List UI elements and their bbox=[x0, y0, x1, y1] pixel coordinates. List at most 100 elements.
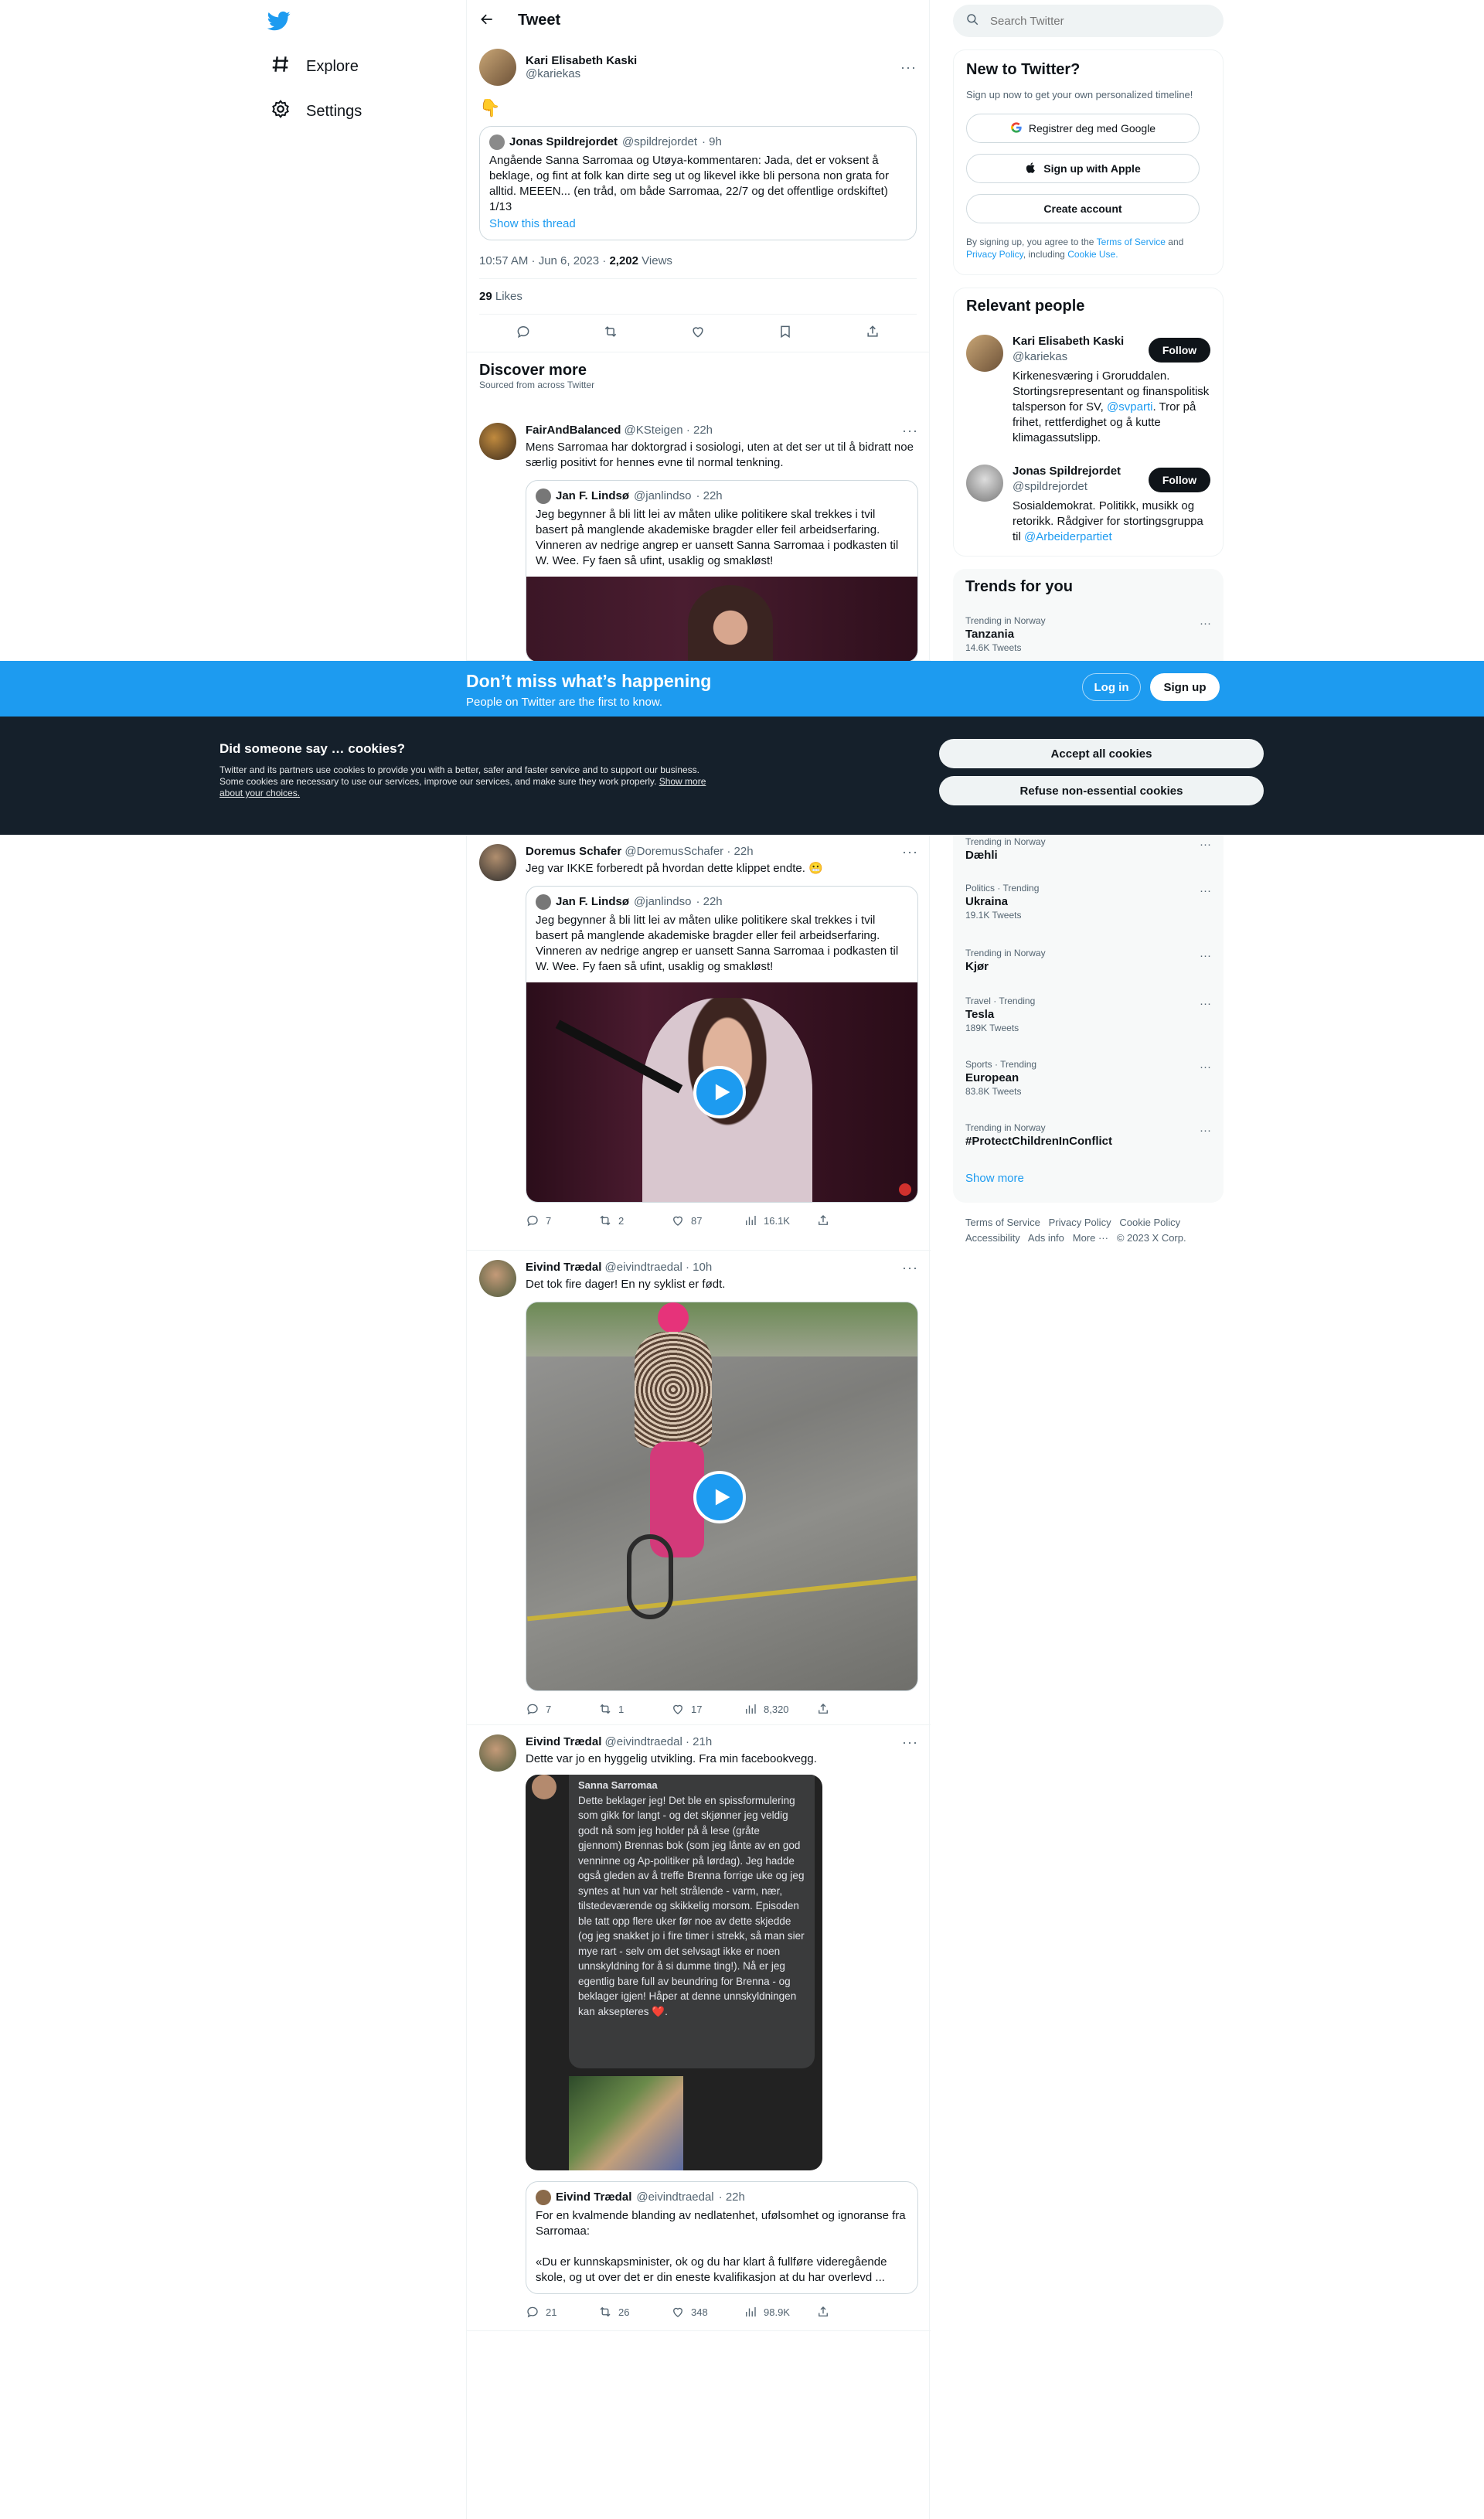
reply-stat[interactable]: 7 bbox=[526, 1214, 598, 1227]
quoted-tweet[interactable]: Jan F. Lindsø @janlindso · 22h Jeg begynne… bbox=[526, 480, 918, 662]
avatar[interactable] bbox=[966, 335, 1003, 372]
play-button[interactable] bbox=[693, 1471, 746, 1523]
post-author-name[interactable]: Eivind Trædal bbox=[526, 1261, 601, 1274]
play-button[interactable] bbox=[693, 1066, 746, 1118]
more-icon[interactable]: ··· bbox=[1200, 1124, 1211, 1137]
accept-cookies-button[interactable]: Accept all cookies bbox=[939, 739, 1264, 768]
person-bio-link[interactable]: @svparti bbox=[1107, 400, 1152, 414]
like-stat[interactable]: 17 bbox=[671, 1702, 744, 1716]
trend-item[interactable]: Trending in Norway Dæhli ··· bbox=[965, 836, 1211, 862]
share-icon[interactable] bbox=[816, 2305, 889, 2319]
tweet-timestamp[interactable]: 10:57 AM · Jun 6, 2023 bbox=[479, 254, 599, 267]
reply-icon[interactable] bbox=[516, 324, 531, 342]
footer-link[interactable]: More ··· bbox=[1073, 1232, 1108, 1244]
post-author-name[interactable]: FairAndBalanced bbox=[526, 424, 621, 437]
cookie-link[interactable]: Cookie Use. bbox=[1067, 249, 1118, 260]
quoted-tweet[interactable]: Jan F. Lindsø @janlindso · 22h Jeg begynne… bbox=[526, 886, 918, 1203]
more-icon[interactable]: ··· bbox=[902, 1260, 918, 1275]
terms-link[interactable]: Terms of Service bbox=[1097, 237, 1166, 247]
more-icon[interactable]: ··· bbox=[1200, 617, 1211, 630]
more-icon[interactable]: ··· bbox=[1200, 838, 1211, 851]
author-name[interactable]: Kari Elisabeth Kaski bbox=[526, 54, 637, 67]
list-item[interactable]: Doremus Schafer @DoremusSchafer · 22h ···… bbox=[467, 835, 931, 1251]
person-handle[interactable]: @kariekas bbox=[1013, 350, 1067, 363]
bookmark-icon[interactable] bbox=[778, 324, 793, 342]
list-item[interactable]: Eivind Trædal @eivindtraedal · 21h ··· De… bbox=[467, 1725, 931, 2331]
create-account-button[interactable]: Create account bbox=[966, 194, 1200, 223]
like-stat[interactable]: 87 bbox=[671, 1214, 744, 1227]
avatar[interactable] bbox=[479, 423, 516, 460]
trend-item[interactable]: Trending in Norway Kjør ··· bbox=[965, 948, 1211, 973]
author-handle[interactable]: @kariekas bbox=[526, 67, 637, 80]
show-more-link[interactable]: Show more bbox=[965, 1172, 1024, 1185]
more-icon[interactable]: ··· bbox=[900, 60, 917, 76]
share-icon[interactable] bbox=[816, 1702, 889, 1716]
more-icon[interactable]: ··· bbox=[1200, 949, 1211, 962]
likes-label[interactable]: Likes bbox=[495, 290, 522, 303]
trend-item[interactable]: Sports · Trending European 83.8K Tweets … bbox=[965, 1059, 1211, 1097]
list-item[interactable]: Eivind Trædal @eivindtraedal · 10h ··· De… bbox=[467, 1251, 931, 1725]
post-author-name[interactable]: Eivind Trædal bbox=[526, 1735, 601, 1748]
search-bar[interactable] bbox=[953, 5, 1224, 37]
follow-button[interactable]: Follow bbox=[1149, 468, 1210, 492]
post-author-name[interactable]: Doremus Schafer bbox=[526, 845, 621, 858]
quoted-tweet[interactable]: Eivind Trædal @eivindtraedal · 22h For en … bbox=[526, 2181, 918, 2294]
retweet-stat[interactable]: 2 bbox=[598, 1214, 671, 1227]
trend-item[interactable]: Trending in Norway Tanzania 14.6K Tweets… bbox=[965, 615, 1211, 653]
more-icon[interactable]: ··· bbox=[902, 844, 918, 860]
retweet-stat[interactable]: 26 bbox=[598, 2305, 671, 2319]
share-icon[interactable] bbox=[816, 1214, 889, 1227]
trend-item[interactable]: Politics · Trending Ukraina 19.1K Tweets… bbox=[965, 883, 1211, 921]
avatar[interactable] bbox=[966, 465, 1003, 502]
post-author-handle[interactable]: @DoremusSchafer bbox=[625, 845, 723, 858]
likes-count[interactable]: 29 bbox=[479, 290, 492, 303]
video-thumbnail[interactable] bbox=[526, 982, 917, 1202]
person-name[interactable]: Jonas Spildrejordet bbox=[1013, 465, 1121, 478]
image-screenshot[interactable]: Sanna Sarromaa Dette beklager jeg! Det b… bbox=[526, 1775, 822, 2170]
more-icon[interactable]: ··· bbox=[1200, 997, 1211, 1010]
quoted-tweet[interactable]: Jonas Spildrejordet @spildrejordet · 9h … bbox=[479, 126, 917, 240]
person-handle[interactable]: @spildrejordet bbox=[1013, 480, 1087, 493]
apple-signup-button[interactable]: Sign up with Apple bbox=[966, 154, 1200, 183]
avatar[interactable] bbox=[479, 1260, 516, 1297]
more-icon[interactable]: ··· bbox=[902, 1734, 918, 1750]
privacy-link[interactable]: Privacy Policy bbox=[966, 249, 1023, 260]
like-icon[interactable] bbox=[690, 324, 706, 342]
footer-link[interactable]: Privacy Policy bbox=[1049, 1217, 1111, 1228]
signup-button[interactable]: Sign up bbox=[1150, 673, 1220, 701]
avatar[interactable] bbox=[479, 1734, 516, 1772]
footer-link[interactable]: Terms of Service bbox=[965, 1217, 1040, 1228]
trend-item[interactable]: Trending in Norway #ProtectChildrenInCon… bbox=[965, 1122, 1211, 1148]
login-button[interactable]: Log in bbox=[1082, 673, 1141, 701]
twitter-logo-icon[interactable] bbox=[267, 9, 291, 32]
back-arrow-icon[interactable] bbox=[479, 12, 495, 30]
follow-button[interactable]: Follow bbox=[1149, 338, 1210, 363]
like-stat[interactable]: 348 bbox=[671, 2305, 744, 2319]
more-icon[interactable]: ··· bbox=[1200, 884, 1211, 897]
list-item[interactable]: FairAndBalanced @KSteigen · 22h ··· Mens … bbox=[467, 414, 931, 662]
post-author-handle[interactable]: @KSteigen bbox=[625, 424, 683, 437]
video-thumbnail[interactable] bbox=[526, 1302, 918, 1691]
reply-stat[interactable]: 21 bbox=[526, 2305, 598, 2319]
reply-stat[interactable]: 7 bbox=[526, 1702, 598, 1716]
footer-link[interactable]: Accessibility bbox=[965, 1232, 1020, 1244]
trend-item[interactable]: Travel · Trending Tesla 189K Tweets ··· bbox=[965, 996, 1211, 1033]
retweet-stat[interactable]: 1 bbox=[598, 1702, 671, 1716]
nav-explore[interactable]: Explore bbox=[271, 51, 359, 82]
retweet-icon[interactable] bbox=[603, 324, 618, 342]
views-stat[interactable]: 8,320 bbox=[744, 1702, 816, 1716]
search-input[interactable] bbox=[990, 14, 1191, 28]
footer-link[interactable]: Cookie Policy bbox=[1119, 1217, 1180, 1228]
video-thumbnail[interactable] bbox=[526, 577, 917, 662]
views-stat[interactable]: 16.1K bbox=[744, 1214, 816, 1227]
person-bio-link[interactable]: @Arbeiderpartiet bbox=[1024, 530, 1112, 543]
google-signup-button[interactable]: Registrer deg med Google bbox=[966, 114, 1200, 143]
post-author-handle[interactable]: @eivindtraedal bbox=[605, 1735, 682, 1748]
footer-link[interactable]: Ads info bbox=[1028, 1232, 1064, 1244]
more-icon[interactable]: ··· bbox=[902, 423, 918, 438]
avatar[interactable] bbox=[479, 844, 516, 881]
more-icon[interactable]: ··· bbox=[1200, 1060, 1211, 1074]
show-thread-link[interactable]: Show this thread bbox=[489, 216, 907, 232]
refuse-cookies-button[interactable]: Refuse non-essential cookies bbox=[939, 776, 1264, 805]
share-icon[interactable] bbox=[865, 324, 880, 342]
